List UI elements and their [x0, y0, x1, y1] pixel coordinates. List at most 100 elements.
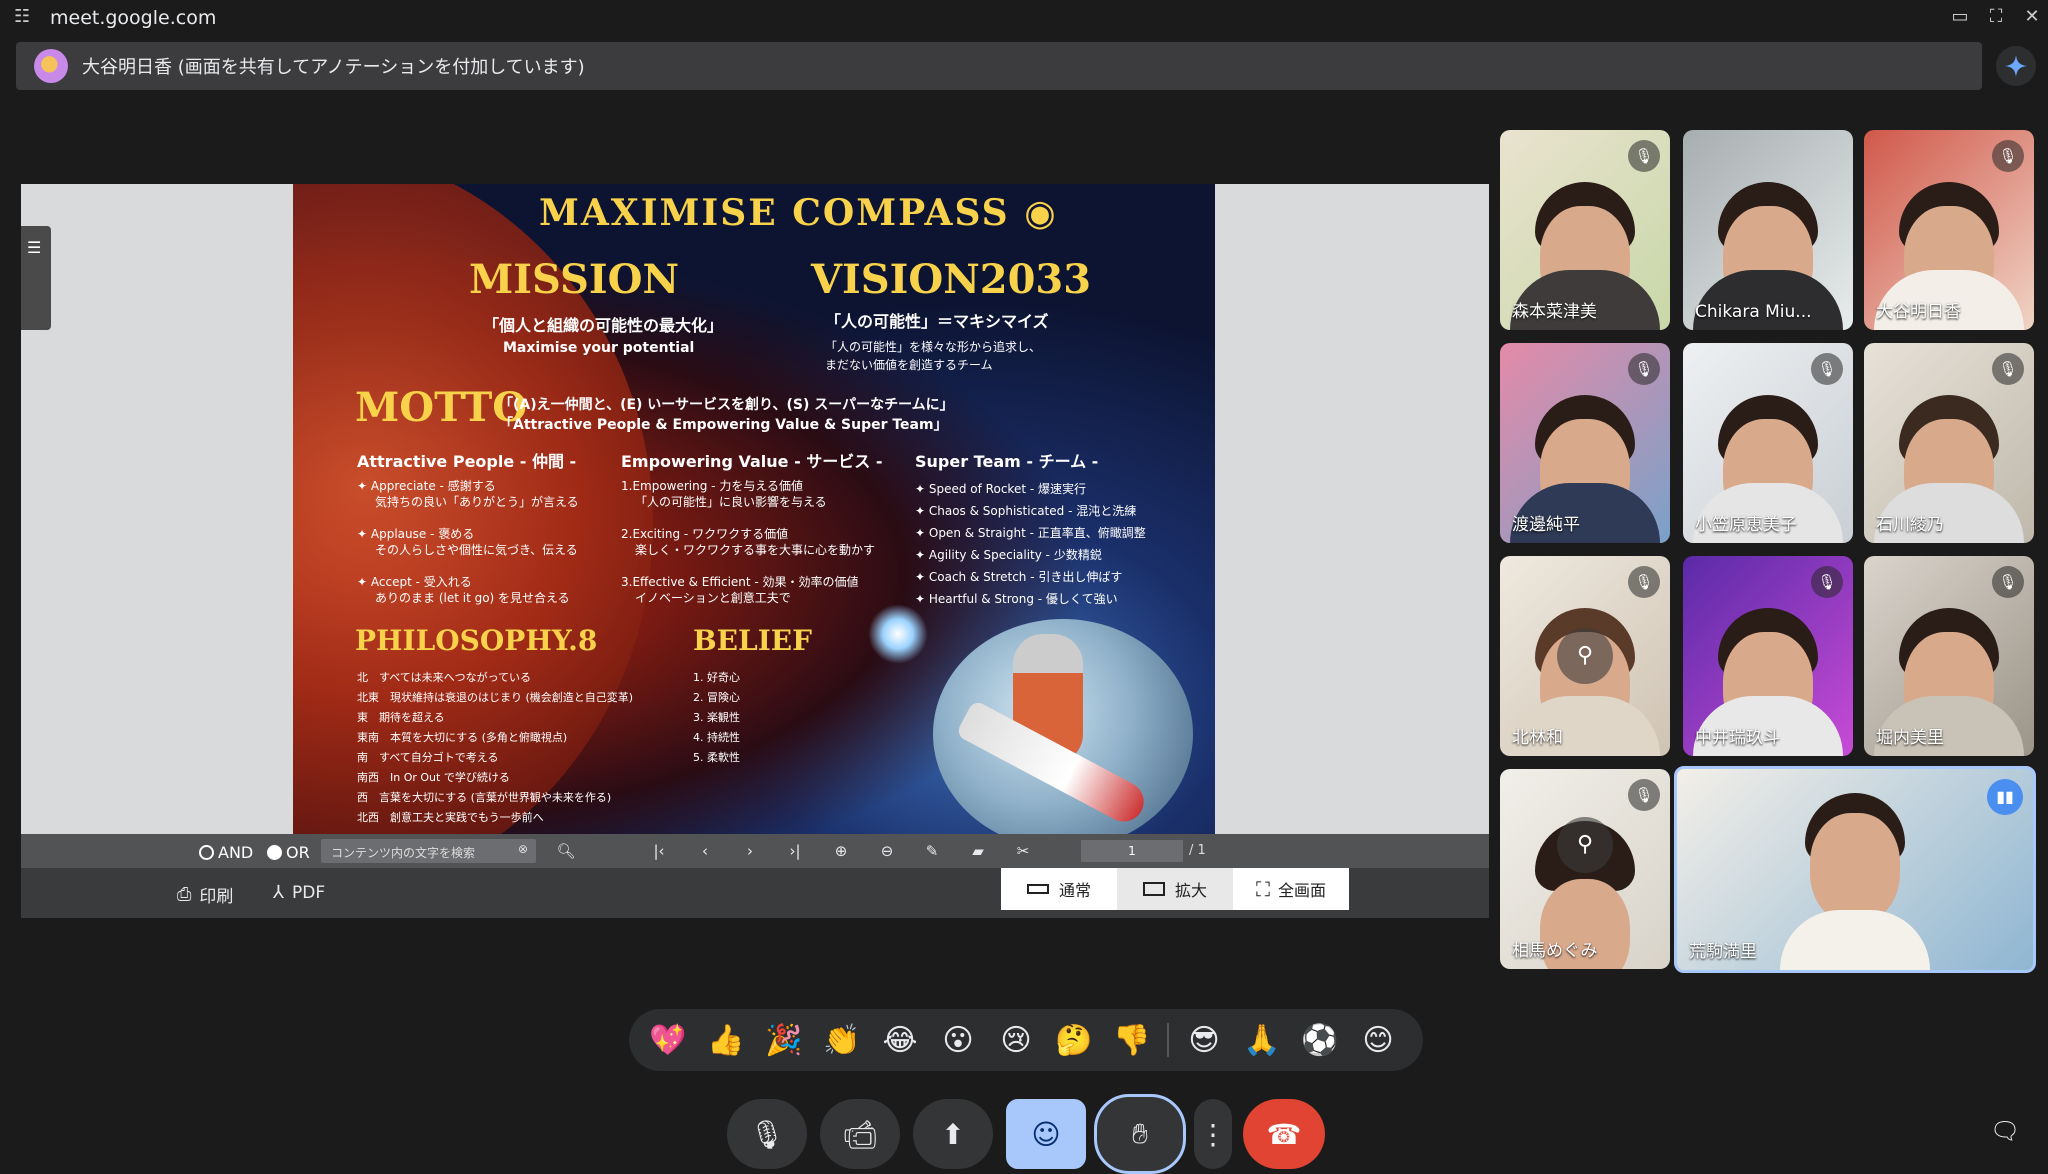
participant-tile-active-speaker[interactable]: ▮▮ 荒駒満里	[1674, 766, 2036, 973]
view-normal-label: 通常	[1058, 881, 1091, 900]
list-item: 北 すべては未来へつながっている	[357, 671, 532, 684]
thumbs-down-reaction-button[interactable]: 👎	[1103, 1011, 1161, 1069]
microphone-button[interactable]: 🎙︎	[727, 1099, 807, 1169]
view-zoom-label: 拡大	[1174, 881, 1207, 900]
belief-list: 1. 好奇心 2. 冒険心 3. 楽観性 4. 持続性 5. 柔軟性	[693, 668, 740, 768]
participant-name: 小笠原恵美子	[1695, 515, 1797, 535]
zoom-in-icon[interactable]: ⊕	[830, 840, 852, 862]
pen-icon[interactable]: ✎	[921, 840, 943, 862]
mic-off-icon: 🎙︎	[1811, 566, 1843, 598]
participant-tile[interactable]: 🎙︎ 堀内美里	[1864, 556, 2034, 756]
search-icon[interactable]: 🔍︎	[555, 840, 577, 862]
fullscreen-icon: ⛶	[1255, 877, 1270, 901]
end-call-icon: ☎	[1266, 1117, 1302, 1151]
or-radio[interactable]: OR	[267, 843, 310, 862]
add-reaction-button[interactable]: 😊	[1349, 1011, 1407, 1069]
participant-name: 森本菜津美	[1512, 302, 1597, 322]
list-item: 3. 楽観性	[693, 711, 740, 724]
party-reaction-button[interactable]: 🎉	[755, 1011, 813, 1069]
list-item: 北東 現状維持は衰退のはじまり (機会創造と自己変革)	[357, 691, 634, 704]
list-item: 南 すべて自分ゴトで考える	[357, 751, 499, 764]
sad-reaction-button[interactable]: 😢	[987, 1011, 1045, 1069]
pin-icon[interactable]: ⚲	[1557, 817, 1613, 873]
slide-title: MAXIMISE COMPASS ◉	[539, 192, 1058, 234]
camera-button[interactable]: 📹︎	[820, 1099, 900, 1169]
shared-screen: ☰ MAXIMISE COMPASS ◉ MISSION 「個人と組織の可能性の…	[21, 184, 1489, 918]
and-radio[interactable]: AND	[199, 843, 253, 862]
col1-heading: Attractive People - 仲間 -	[357, 452, 577, 471]
first-page-icon[interactable]: |‹	[648, 840, 670, 862]
participant-tile[interactable]: 🎙︎ 中井瑞玖斗	[1683, 556, 1853, 756]
present-button[interactable]: ⬆	[913, 1099, 993, 1169]
participant-body	[1780, 910, 1930, 970]
thinking-reaction-button[interactable]: 🤔	[1045, 1011, 1103, 1069]
gemini-icon[interactable]	[1996, 46, 2036, 86]
mic-off-icon: 🎙︎	[1992, 353, 2024, 385]
view-normal-button[interactable]: 通常	[1001, 868, 1117, 910]
laugh-reaction-button[interactable]: 😂	[871, 1011, 929, 1069]
reactions-bar: 💖 👍 🎉 👏 😂 😮 😢 🤔 👎 😎 🙏 ⚽ 😊	[629, 1009, 1423, 1071]
zoom-out-icon[interactable]: ⊖	[876, 840, 898, 862]
list-item: 2.Exciting - ワクワクする価値	[621, 527, 789, 541]
list-item: ✦ Open & Straight - 正直率直、俯瞰調整	[915, 526, 1146, 540]
eraser-icon[interactable]: ▰	[967, 840, 989, 862]
participant-tile[interactable]: 🎙︎ 渡邊純平	[1500, 343, 1670, 543]
participant-tile[interactable]: Chikara Miu...	[1683, 130, 1853, 330]
page-number-input[interactable]: 1	[1081, 840, 1183, 862]
camera-icon: 📹︎	[842, 1117, 878, 1151]
scissors-icon[interactable]: ✂	[1012, 840, 1034, 862]
next-page-icon[interactable]: ›	[739, 840, 761, 862]
clear-icon[interactable]: ⊗	[518, 842, 528, 856]
list-item: ✦ Accept - 受入れる	[357, 575, 472, 589]
zoom-view-icon	[1142, 882, 1165, 896]
print-button[interactable]: ⎙ 印刷	[177, 882, 233, 907]
pin-icon[interactable]: ⚲	[1557, 628, 1613, 684]
view-fullscreen-button[interactable]: ⛶ 全画面	[1233, 868, 1349, 910]
soccer-reaction-button[interactable]: ⚽	[1291, 1011, 1349, 1069]
participant-tile[interactable]: 🎙︎ 石川綾乃	[1864, 343, 2034, 543]
surprised-reaction-button[interactable]: 😮	[929, 1011, 987, 1069]
emoji-icon: ☺	[1031, 1117, 1061, 1151]
page-total: / 1	[1189, 843, 1206, 858]
pray-reaction-button[interactable]: 🙏	[1233, 1011, 1291, 1069]
list-item: ✦ Heartful & Strong - 優しくて強い	[915, 592, 1118, 606]
emoji-reactions-button[interactable]: ☺	[1006, 1099, 1086, 1169]
heart-reaction-button[interactable]: 💖	[639, 1011, 697, 1069]
print-label: 印刷	[199, 887, 234, 907]
participant-tile[interactable]: ⚲ 🎙︎ 相馬めぐみ	[1500, 769, 1670, 969]
chat-icon[interactable]: 🗨︎	[1990, 1117, 2026, 1149]
participant-tile[interactable]: 🎙︎ 森本菜津美	[1500, 130, 1670, 330]
participant-tile[interactable]: ⚲ 🎙︎ 北林和	[1500, 556, 1670, 756]
outline-panel-toggle[interactable]: ☰	[21, 226, 51, 330]
motto-line-1: 「(A)え一仲間と、(E) いーサービスを創り、(S) スーパーなチームに」	[499, 397, 954, 413]
prev-page-icon[interactable]: ‹	[694, 840, 716, 862]
mic-off-icon: 🎙︎	[1628, 140, 1660, 172]
clap-reaction-button[interactable]: 👏	[813, 1011, 871, 1069]
last-page-icon[interactable]: ›|	[784, 840, 806, 862]
view-zoom-button[interactable]: 拡大	[1117, 868, 1233, 910]
pdf-button[interactable]: ⅄ PDF	[273, 882, 325, 903]
pdf-icon: ⅄	[273, 882, 284, 903]
and-label: AND	[218, 843, 254, 862]
raise-hand-icon: ✋︎	[1132, 1117, 1148, 1150]
cool-reaction-button[interactable]: 😎	[1175, 1011, 1233, 1069]
fullscreen-icon[interactable]: ⛶	[1984, 6, 2008, 30]
list-item: ✦ Chaos & Sophisticated - 混沌と洗練	[915, 504, 1137, 518]
mic-icon: 🎙︎	[749, 1117, 785, 1151]
more-options-button[interactable]: ⋮	[1194, 1099, 1232, 1169]
participant-tile[interactable]: 🎙︎ 小笠原恵美子	[1683, 343, 1853, 543]
participant-tile[interactable]: 🎙︎ 大谷明日香	[1864, 130, 2034, 330]
end-call-button[interactable]: ☎	[1243, 1099, 1325, 1169]
thumbs-up-reaction-button[interactable]: 👍	[697, 1011, 755, 1069]
col2-heading: Empowering Value - サービス -	[621, 452, 883, 471]
site-settings-icon[interactable]: ☷	[14, 6, 30, 27]
presenter-banner-text: 大谷明日香 (画面を共有してアノテーションを付加しています)	[82, 57, 585, 78]
list-item: 気持ちの良い「ありがとう」が言える	[375, 495, 579, 509]
list-item: ありのまま (let it go) を見せ合える	[375, 591, 570, 605]
participant-name: 中井瑞玖斗	[1695, 728, 1780, 748]
content-search-input[interactable]: コンテンツ内の文字を検索 ⊗	[321, 839, 536, 863]
close-icon[interactable]: ✕	[2020, 6, 2044, 30]
raise-hand-button[interactable]: ✋︎	[1094, 1094, 1186, 1174]
camera-status-icon[interactable]: ▭	[1948, 6, 1972, 30]
list-item: 東南 本質を大切にする (多角と俯瞰視点)	[357, 731, 568, 744]
